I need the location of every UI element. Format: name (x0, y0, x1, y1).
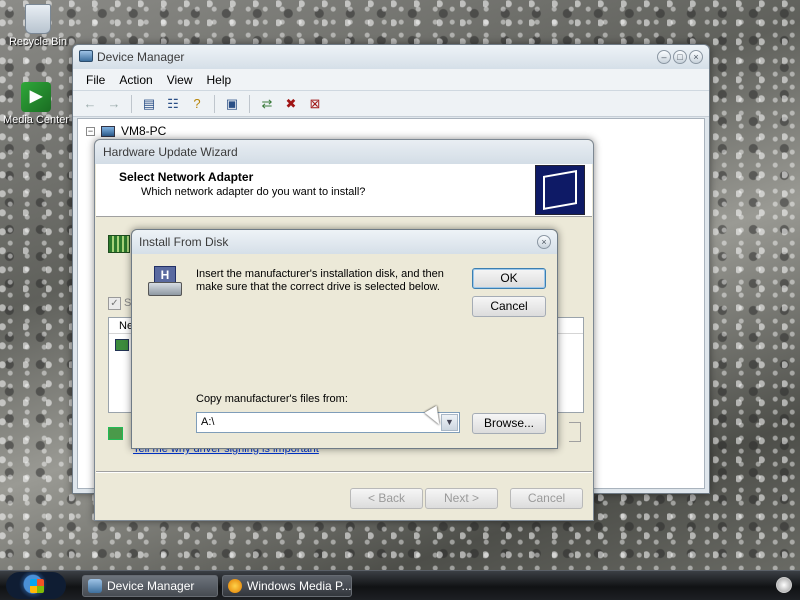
back-arrow-icon[interactable]: ← (81, 95, 99, 113)
tree-root[interactable]: − VM8-PC (86, 124, 166, 138)
cancel-button[interactable]: Cancel (472, 296, 546, 317)
update-driver-icon[interactable]: ⇄ (258, 95, 276, 113)
task-label: Device Manager (107, 579, 195, 593)
wizard-header-subtitle: Which network adapter do you want to ins… (141, 186, 366, 198)
network-adapter-icon (108, 235, 130, 253)
desktop-icon-media-center[interactable]: ▶ Media Center (0, 82, 72, 126)
ok-button[interactable]: OK (472, 268, 546, 289)
collapse-icon[interactable]: − (86, 126, 95, 136)
help-icon[interactable]: ? (188, 95, 206, 113)
menubar: File Action View Help (73, 69, 709, 91)
copy-from-label: Copy manufacturer's files from: (196, 393, 348, 405)
forward-arrow-icon[interactable]: → (105, 95, 123, 113)
copy-from-combobox[interactable]: A:\ ▼ (196, 412, 460, 433)
browse-button[interactable]: Browse... (472, 413, 546, 434)
wizard-header: Select Network Adapter Which network ada… (96, 164, 592, 217)
chevron-down-icon[interactable]: ▼ (441, 414, 458, 431)
device-manager-icon (79, 50, 93, 62)
back-button[interactable]: < Back (350, 488, 423, 509)
windows-logo-icon (30, 579, 44, 593)
close-button[interactable]: × (537, 235, 551, 249)
tray-icon[interactable] (776, 577, 792, 593)
media-player-icon (228, 579, 242, 593)
menu-action[interactable]: Action (112, 69, 159, 90)
maximize-button[interactable]: □ (673, 50, 687, 64)
task-label: Windows Media P... (247, 579, 352, 593)
adapter-item-icon (115, 339, 129, 351)
window-title: Device Manager (97, 50, 185, 64)
device-manager-titlebar[interactable]: Device Manager – □ × (73, 45, 709, 69)
scan-hardware-icon[interactable]: ▣ (223, 95, 241, 113)
uninstall-device-icon[interactable]: ⊠ (306, 95, 324, 113)
menu-view[interactable]: View (160, 69, 200, 90)
dialog-message: Insert the manufacturer's installation d… (196, 268, 444, 293)
dialog-titlebar[interactable]: Install From Disk × (132, 230, 557, 254)
driver-signed-icon (108, 427, 123, 440)
device-manager-icon (88, 579, 102, 593)
desktop-icon-label: Media Center (2, 114, 70, 126)
start-button[interactable] (6, 572, 66, 599)
window-title: Install From Disk (139, 235, 229, 249)
wizard-titlebar[interactable]: Hardware Update Wizard (95, 140, 593, 164)
show-compatible-checkbox[interactable]: ✓ (108, 297, 121, 310)
close-button[interactable]: × (689, 50, 703, 64)
menu-help[interactable]: Help (200, 69, 239, 90)
cancel-button[interactable]: Cancel (510, 488, 583, 509)
desktop-icon-label: Recycle Bin (8, 36, 68, 48)
toolbar: ← → ▤ ☷ ? ▣ ⇄ ✖ ⊠ (73, 91, 709, 117)
install-from-disk-dialog: Install From Disk × H Insert the manufac… (131, 229, 558, 449)
computer-icon (101, 125, 115, 137)
disable-device-icon[interactable]: ✖ (282, 95, 300, 113)
desktop-icon-recycle-bin[interactable]: Recycle Bin (2, 4, 74, 48)
taskbar: Device Manager Windows Media P... (0, 570, 800, 600)
properties-icon[interactable]: ☷ (164, 95, 182, 113)
tree-root-label: VM8-PC (121, 124, 167, 138)
window-title: Hardware Update Wizard (103, 145, 238, 159)
wizard-header-title: Select Network Adapter (119, 170, 254, 184)
media-center-icon: ▶ (21, 82, 51, 112)
menu-file[interactable]: File (79, 69, 112, 90)
show-hide-tree-icon[interactable]: ▤ (140, 95, 158, 113)
copy-from-value: A:\ (201, 416, 215, 428)
minimize-button[interactable]: – (657, 50, 671, 64)
recycle-bin-icon (25, 4, 51, 34)
taskbar-item-device-manager[interactable]: Device Manager (82, 575, 218, 597)
floppy-drive-icon: H (148, 266, 182, 298)
hardware-wizard-icon (535, 165, 585, 215)
have-disk-button-edge[interactable] (569, 422, 581, 442)
taskbar-item-windows-media-player[interactable]: Windows Media P... (222, 575, 352, 597)
next-button[interactable]: Next > (425, 488, 498, 509)
